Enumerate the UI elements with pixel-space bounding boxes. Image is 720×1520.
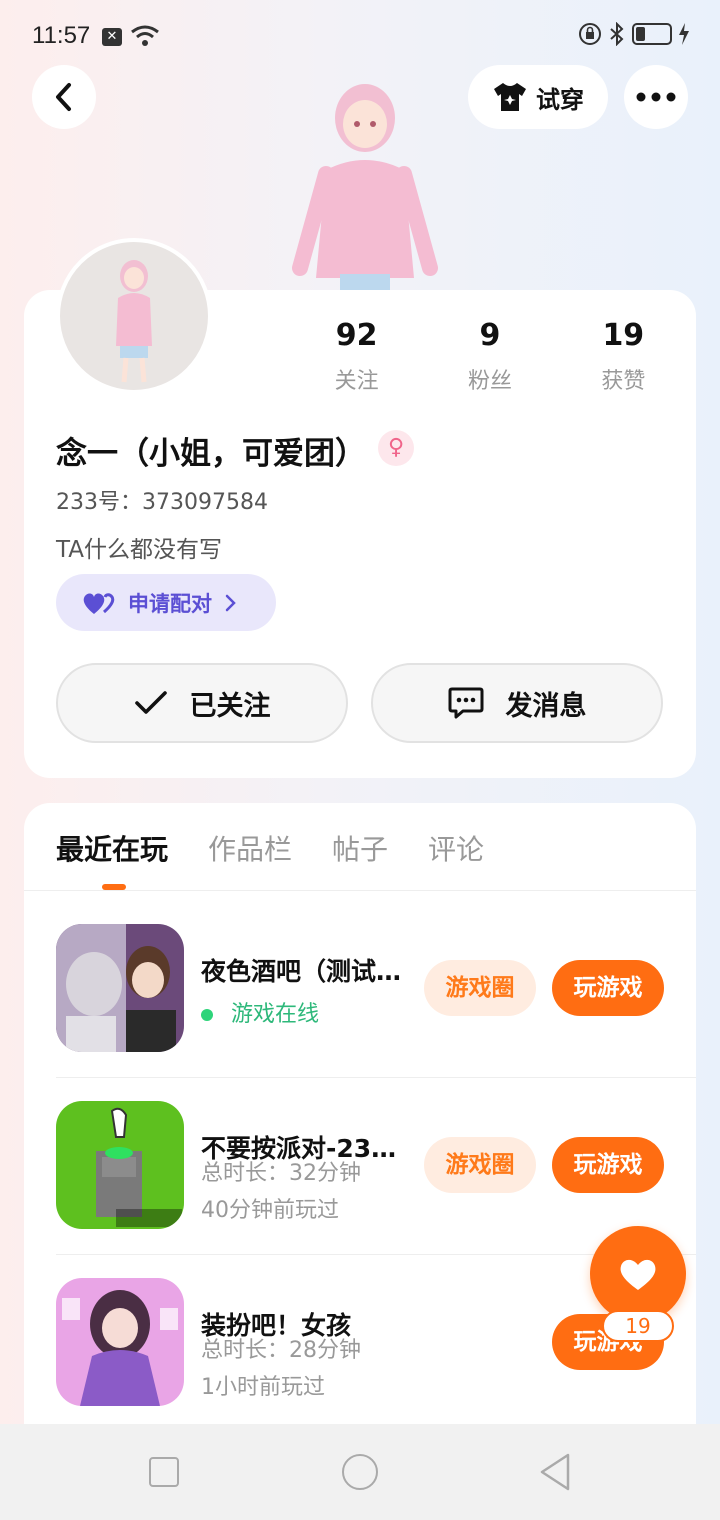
back-nav-button[interactable]: [538, 1452, 572, 1492]
stat-value: 92: [335, 318, 378, 353]
game-icon: [56, 1101, 184, 1229]
chat-bubble-icon: [448, 687, 483, 719]
game-last-played: 1小时前玩过: [201, 1375, 325, 1400]
heart-icon: [620, 1259, 656, 1290]
game-row[interactable]: 夜色酒吧（测试版） 游戏在线 游戏圈 玩游戏: [56, 924, 696, 1078]
recents-nav-button[interactable]: [149, 1457, 179, 1487]
nickname: 念一（小姐，可爱团）: [56, 436, 366, 472]
game-icon: [56, 924, 184, 1052]
tab-comments[interactable]: 评论: [428, 828, 484, 868]
charging-icon: [679, 23, 689, 45]
stat-value: 9: [479, 318, 501, 353]
try-on-label: 试穿: [536, 85, 584, 114]
avatar[interactable]: [56, 238, 212, 394]
followed-label: 已关注: [189, 690, 271, 722]
game-row[interactable]: 不要按派对-233派对 总时长：32分钟 40分钟前玩过 游戏圈 玩游戏: [56, 1101, 696, 1255]
avatar-figure: [116, 260, 152, 383]
bio: TA什么都没有写: [56, 537, 222, 563]
stat-fans[interactable]: 9 粉丝: [423, 318, 556, 395]
chevron-left-icon: [56, 83, 71, 111]
stat-label: 粉丝: [467, 369, 512, 394]
try-on-button[interactable]: 试穿: [468, 65, 608, 129]
stats-row: 92 关注 9 粉丝 19 获赞: [290, 318, 690, 395]
status-right-icons: [578, 22, 690, 46]
user-id: 233号：373097584: [56, 490, 268, 515]
game-title: 夜色酒吧（测试版）: [201, 957, 411, 986]
tshirt-icon: [494, 83, 526, 111]
like-button[interactable]: [590, 1226, 686, 1322]
game-total-time: 总时长：32分钟: [201, 1161, 361, 1186]
stat-label: 获赞: [601, 369, 646, 394]
game-total-time: 总时长：28分钟: [201, 1338, 361, 1363]
game-circle-button[interactable]: 游戏圈: [424, 1137, 536, 1193]
heart-pair-icon: [83, 592, 115, 614]
chevron-right-icon: [225, 594, 236, 611]
send-message-label: 发消息: [505, 690, 587, 722]
game-circle-button[interactable]: 游戏圈: [424, 960, 536, 1016]
like-count-badge: 19: [602, 1310, 674, 1342]
game-last-played: 40分钟前玩过: [201, 1198, 339, 1223]
avatar-3d-figure: [292, 84, 438, 290]
back-button[interactable]: [32, 65, 96, 129]
battery-icon: [632, 23, 672, 45]
lock-rotation-icon: [579, 23, 601, 45]
more-dots-icon: [636, 92, 676, 102]
status-bar: 11:57 ✕: [0, 0, 720, 74]
more-button[interactable]: [624, 65, 688, 129]
request-pair-label: 申请配对: [128, 591, 212, 616]
female-gender-icon: ♀: [378, 430, 414, 466]
stat-label: 关注: [334, 369, 379, 394]
request-pair-button[interactable]: 申请配对: [56, 574, 276, 631]
game-online-status: 游戏在线: [201, 996, 319, 1028]
tab-works[interactable]: 作品栏: [208, 828, 292, 868]
tab-recently-played[interactable]: 最近在玩: [56, 828, 168, 868]
followed-button[interactable]: 已关注: [56, 663, 348, 743]
stat-value: 19: [602, 318, 645, 353]
send-message-button[interactable]: 发消息: [371, 663, 663, 743]
tab-divider: [24, 890, 696, 891]
home-nav-button[interactable]: [342, 1454, 378, 1490]
game-icon: [56, 1278, 184, 1406]
wifi-icon: [131, 25, 159, 46]
online-dot-icon: [201, 1009, 213, 1021]
check-icon: [134, 691, 167, 714]
stat-following[interactable]: 92 关注: [290, 318, 423, 395]
notification-icon: ✕: [102, 28, 122, 46]
tab-posts[interactable]: 帖子: [332, 828, 388, 868]
bluetooth-icon: [610, 22, 624, 46]
stat-likes[interactable]: 19 获赞: [557, 318, 690, 395]
play-game-button[interactable]: 玩游戏: [552, 960, 664, 1016]
play-game-button[interactable]: 玩游戏: [552, 1137, 664, 1193]
tab-bar: 最近在玩 作品栏 帖子 评论: [56, 828, 484, 868]
status-time: 11:57: [32, 22, 91, 49]
